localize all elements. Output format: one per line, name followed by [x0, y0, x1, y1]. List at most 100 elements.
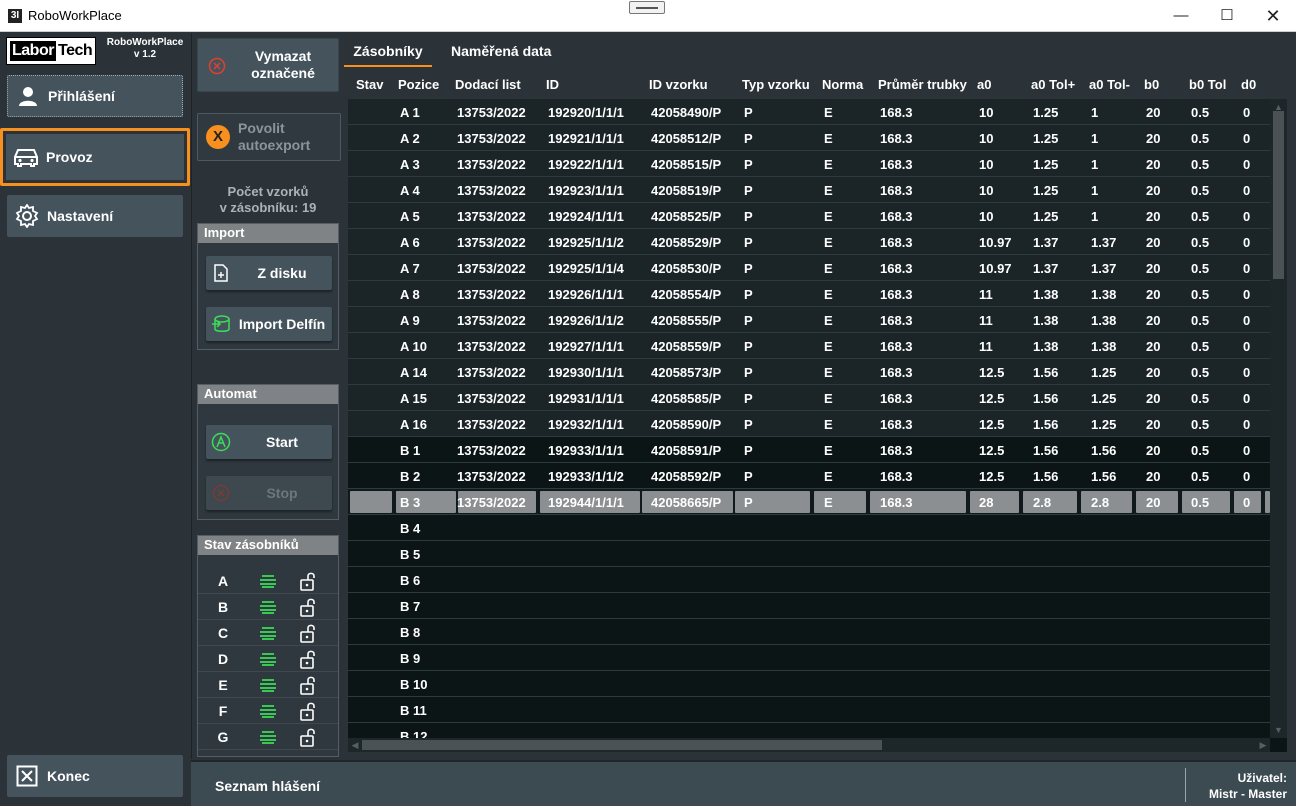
cell-a0-tol-plus: 1.25: [1033, 157, 1059, 172]
table-row[interactable]: A 14 13753/2022 192930/1/1/1 42058573/P P E 16…: [348, 359, 1270, 385]
cell-b0: 20: [1146, 365, 1161, 380]
unlock-icon[interactable]: [288, 701, 328, 721]
column-header-a0-tol-minus[interactable]: a0 Tol-: [1089, 77, 1130, 92]
column-header-norma[interactable]: Norma: [822, 77, 863, 92]
unlock-icon[interactable]: [288, 649, 328, 669]
nav-provoz-button[interactable]: Provoz: [0, 128, 190, 186]
cell-b0-tol: 0.5: [1191, 105, 1210, 120]
table-row[interactable]: A 8 13753/2022 192926/1/1/1 42058554/P P E 168…: [348, 281, 1270, 307]
scroll-down-icon[interactable]: ▼: [1272, 724, 1285, 736]
cell-a0-tol-plus: 1.37: [1033, 235, 1059, 250]
cell-id-vzorku: 42058592/P: [651, 469, 722, 484]
column-header-id[interactable]: ID: [546, 77, 559, 92]
minimize-button[interactable]: —: [1158, 0, 1204, 32]
autoexport-toggle[interactable]: X Povolit autoexport: [197, 113, 341, 161]
vertical-scroll-thumb[interactable]: [1273, 111, 1284, 279]
cell-a0: 10: [979, 183, 994, 198]
close-window-button[interactable]: ✕: [1250, 0, 1296, 32]
column-header-a0[interactable]: a0: [977, 77, 991, 92]
user-value: Mistr - Master: [1208, 787, 1287, 801]
start-button[interactable]: Start: [206, 425, 332, 459]
column-header-b0-tol[interactable]: b0 Tol: [1189, 77, 1226, 92]
vertical-scrollbar[interactable]: ▲ ▼: [1270, 99, 1287, 738]
import-delfin-button[interactable]: Import Delfín: [206, 307, 332, 341]
nav-login-button[interactable]: Přihlášení: [7, 75, 183, 117]
import-disk-button[interactable]: Z disku: [206, 256, 332, 290]
column-header-d0[interactable]: d0: [1241, 77, 1256, 92]
column-header-dodaci-list[interactable]: Dodací list: [455, 77, 521, 92]
horizontal-scroll-thumb[interactable]: [362, 740, 882, 750]
cell-id-vzorku: 42058519/P: [651, 183, 722, 198]
table-row[interactable]: A 4 13753/2022 192923/1/1/1 42058519/P P E 168…: [348, 177, 1270, 203]
table-row[interactable]: A 16 13753/2022 192932/1/1/1 42058590/P P E 16…: [348, 411, 1270, 437]
cell-b0: 20: [1146, 391, 1161, 406]
table-row[interactable]: B 9: [348, 645, 1270, 671]
cell-dodaci-list: 13753/2022: [457, 157, 526, 172]
column-header-pozice[interactable]: Pozice: [398, 77, 439, 92]
table-row[interactable]: A 1 13753/2022 192920/1/1/1 42058490/P P E 168…: [348, 99, 1270, 125]
table-row[interactable]: A 5 13753/2022 192924/1/1/1 42058525/P P E 168…: [348, 203, 1270, 229]
table-row[interactable]: B 10: [348, 671, 1270, 697]
delete-selected-label: Vymazat označené: [238, 48, 328, 82]
table-row[interactable]: B 3 13753/2022 192944/1/1/1 42058665/P P E 168…: [348, 489, 1270, 515]
cell-a0-tol-minus: 1.25: [1091, 417, 1117, 432]
table-row[interactable]: A 2 13753/2022 192921/1/1/1 42058512/P P E 168…: [348, 125, 1270, 151]
cell-id: 192921/1/1/1: [548, 131, 624, 146]
unlock-icon[interactable]: [288, 675, 328, 695]
cell-id: 192930/1/1/1: [548, 365, 624, 380]
delete-line-1: Vymazat: [254, 48, 312, 64]
cell-typ-vzorku: P: [744, 157, 753, 172]
app-window: 3I RoboWorkPlace — ☐ ✕ Labor Tech RoboWo…: [0, 0, 1296, 806]
table-row[interactable]: B 5: [348, 541, 1270, 567]
table-row[interactable]: B 2 13753/2022 192933/1/1/2 42058592/P P E 168…: [348, 463, 1270, 489]
tab-zasobniky[interactable]: Zásobníky: [344, 43, 432, 67]
table-row[interactable]: A 9 13753/2022 192926/1/1/2 42058555/P P E 168…: [348, 307, 1270, 333]
column-header-prumer-trubky[interactable]: Průměr trubky: [878, 77, 967, 92]
column-header-a0-tol-plus[interactable]: a0 Tol+: [1031, 77, 1075, 92]
cell-norma: E: [824, 495, 833, 510]
tab-namerena-data[interactable]: Naměřená data: [451, 43, 551, 67]
unlock-icon[interactable]: [288, 597, 328, 617]
scroll-right-icon[interactable]: ▶: [1256, 738, 1270, 752]
drag-handle[interactable]: [629, 1, 665, 14]
delete-selected-button[interactable]: Vymazat označené: [197, 38, 339, 92]
cell-norma: E: [824, 105, 833, 120]
nav-exit-button[interactable]: Konec: [7, 755, 183, 797]
table-row[interactable]: B 11: [348, 697, 1270, 723]
column-header-id-vzorku[interactable]: ID vzorku: [649, 77, 708, 92]
column-header-typ-vzorku[interactable]: Typ vzorku: [742, 77, 810, 92]
table-row[interactable]: B 4: [348, 515, 1270, 541]
horizontal-scrollbar[interactable]: ◀ ▶: [348, 738, 1270, 752]
maximize-button[interactable]: ☐: [1204, 0, 1250, 32]
cell-prumer-trubky: 168.3: [880, 339, 913, 354]
cell-a0-tol-plus: 2.8: [1033, 495, 1052, 510]
table-row[interactable]: B 6: [348, 567, 1270, 593]
cell-a0: 12.5: [979, 391, 1005, 406]
table-row[interactable]: A 7 13753/2022 192925/1/1/4 42058530/P P E 168…: [348, 255, 1270, 281]
column-header-stav[interactable]: Stav: [356, 77, 383, 92]
message-list-button[interactable]: Seznam hlášení: [215, 778, 320, 794]
table-row[interactable]: A 10 13753/2022 192927/1/1/1 42058559/P P E 16…: [348, 333, 1270, 359]
cell-typ-vzorku: P: [744, 391, 753, 406]
scroll-left-icon[interactable]: ◀: [348, 738, 362, 752]
table-row[interactable]: B 7: [348, 593, 1270, 619]
unlock-icon[interactable]: [288, 571, 328, 591]
table-row[interactable]: A 15 13753/2022 192931/1/1/1 42058585/P P E 16…: [348, 385, 1270, 411]
table-row[interactable]: B 1 13753/2022 192933/1/1/1 42058591/P P E 168…: [348, 437, 1270, 463]
cell-dodaci-list: 13753/2022: [457, 417, 526, 432]
table-row[interactable]: A 3 13753/2022 192922/1/1/1 42058515/P P E 168…: [348, 151, 1270, 177]
control-panel: Vymazat označené X Povolit autoexport Po…: [191, 33, 343, 759]
table-row[interactable]: B 8: [348, 619, 1270, 645]
cell-id-vzorku: 42058585/P: [651, 391, 722, 406]
stop-button[interactable]: Stop: [206, 476, 332, 510]
cell-b0-tol: 0.5: [1191, 443, 1210, 458]
cell-a0: 10: [979, 157, 994, 172]
cell-a0-tol-minus: 1.25: [1091, 391, 1117, 406]
table-row[interactable]: A 6 13753/2022 192925/1/1/2 42058529/P P E 168…: [348, 229, 1270, 255]
unlock-icon[interactable]: [288, 727, 328, 747]
unlock-icon[interactable]: [288, 623, 328, 643]
cell-b0: 20: [1146, 261, 1161, 276]
cell-typ-vzorku: P: [744, 105, 753, 120]
nav-settings-button[interactable]: Nastavení: [7, 195, 183, 237]
column-header-b0[interactable]: b0: [1144, 77, 1159, 92]
